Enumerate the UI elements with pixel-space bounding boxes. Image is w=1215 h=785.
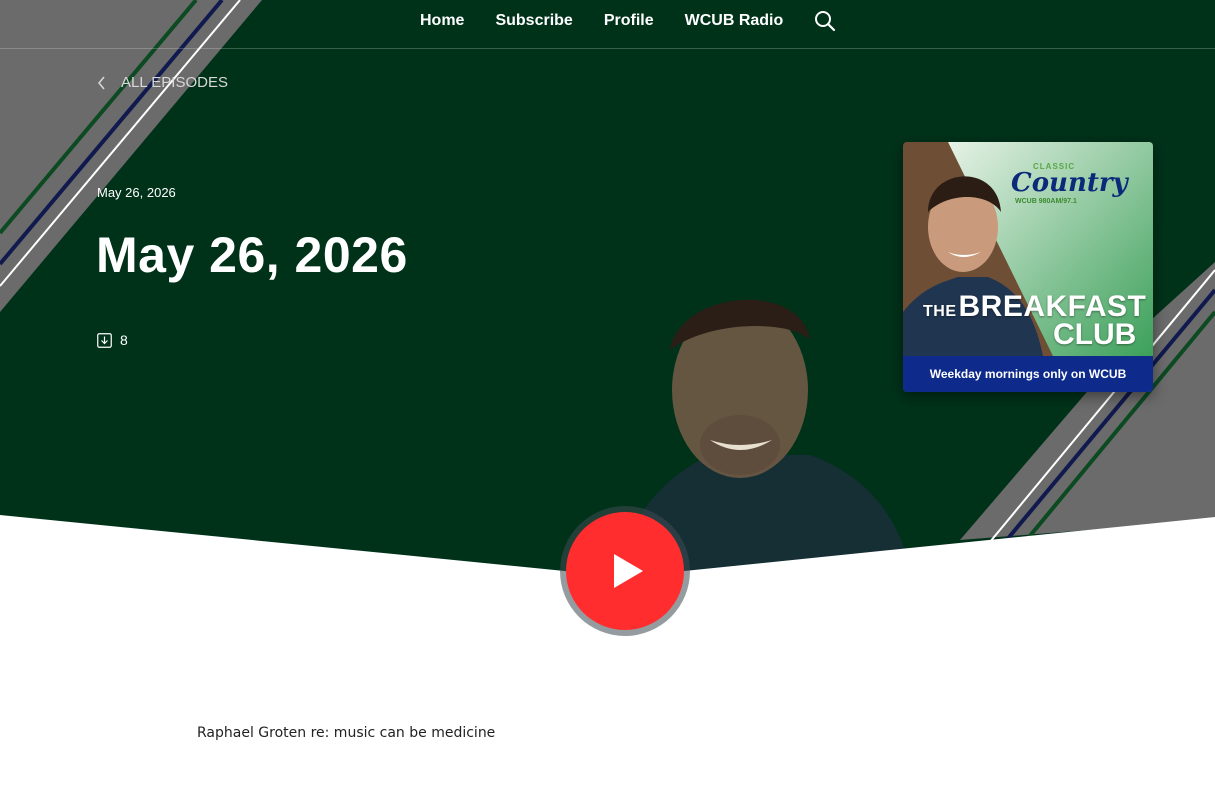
- cover-tagline: Weekday mornings only on WCUB: [903, 356, 1153, 392]
- all-episodes-label: ALL EPISODES: [121, 74, 228, 91]
- top-navigation: Home Subscribe Profile WCUB Radio: [0, 0, 1215, 49]
- search-icon[interactable]: [814, 10, 836, 32]
- download-count-value: 8: [120, 332, 128, 348]
- download-count: 8: [97, 332, 128, 348]
- nav-profile[interactable]: Profile: [604, 11, 654, 31]
- chevron-left-icon: [98, 76, 105, 89]
- nav-subscribe[interactable]: Subscribe: [495, 11, 572, 31]
- cover-title-line2: CLUB: [1053, 318, 1137, 351]
- episode-date: May 26, 2026: [97, 185, 176, 200]
- all-episodes-link[interactable]: ALL EPISODES: [97, 74, 228, 91]
- classic-country-logo: CLASSIC Country WCUB 980AM/97.1: [1011, 162, 1128, 205]
- podcast-cover-art: CLASSIC Country WCUB 980AM/97.1 THEBREAK…: [903, 142, 1153, 392]
- play-button[interactable]: [559, 505, 691, 637]
- episode-description: Raphael Groten re: music can be medicine: [197, 725, 496, 741]
- nav-home[interactable]: Home: [420, 11, 464, 31]
- download-icon: [97, 332, 112, 348]
- episode-title: May 26, 2026: [96, 227, 408, 283]
- nav-wcub-radio[interactable]: WCUB Radio: [685, 11, 784, 31]
